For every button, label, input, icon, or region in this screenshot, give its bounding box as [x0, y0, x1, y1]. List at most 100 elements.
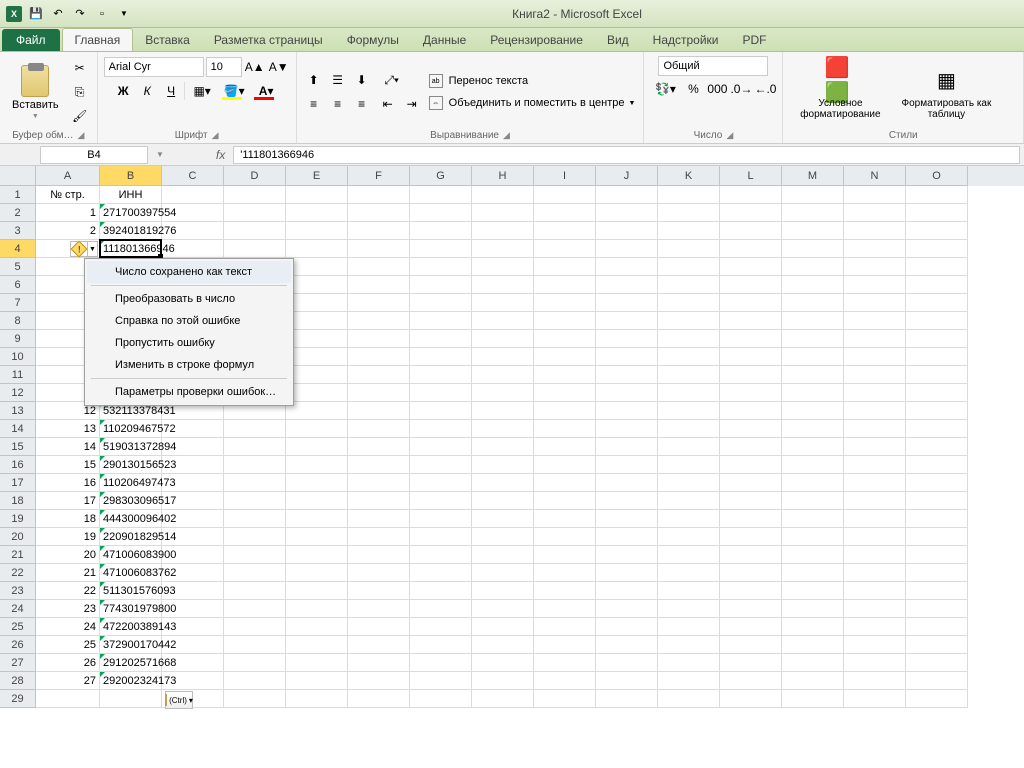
redo-icon[interactable]: ↷: [70, 4, 90, 24]
cell-G5[interactable]: [410, 258, 472, 276]
cell-C2[interactable]: [162, 204, 224, 222]
cell-A24[interactable]: 23: [36, 600, 100, 618]
cell-I11[interactable]: [534, 366, 596, 384]
cell-I12[interactable]: [534, 384, 596, 402]
cell-G27[interactable]: [410, 654, 472, 672]
cell-K27[interactable]: [658, 654, 720, 672]
cell-M12[interactable]: [782, 384, 844, 402]
cell-A26[interactable]: 25: [36, 636, 100, 654]
row-header-7[interactable]: 7: [0, 294, 36, 312]
cell-L11[interactable]: [720, 366, 782, 384]
cell-F17[interactable]: [348, 474, 410, 492]
cell-H24[interactable]: [472, 600, 534, 618]
tab-data[interactable]: Данные: [411, 29, 478, 51]
row-header-27[interactable]: 27: [0, 654, 36, 672]
align-left-icon[interactable]: ≡: [303, 93, 325, 115]
cell-O2[interactable]: [906, 204, 968, 222]
cell-L12[interactable]: [720, 384, 782, 402]
cell-C22[interactable]: [162, 564, 224, 582]
font-name-select[interactable]: [104, 57, 204, 77]
cell-L22[interactable]: [720, 564, 782, 582]
cell-D3[interactable]: [224, 222, 286, 240]
cell-H29[interactable]: [472, 690, 534, 708]
cell-N24[interactable]: [844, 600, 906, 618]
cell-M3[interactable]: [782, 222, 844, 240]
accounting-format-icon[interactable]: 💱▾: [650, 78, 680, 100]
cell-K5[interactable]: [658, 258, 720, 276]
cell-F28[interactable]: [348, 672, 410, 690]
cell-I8[interactable]: [534, 312, 596, 330]
cell-A18[interactable]: 17: [36, 492, 100, 510]
menu-edit-in-formula-bar[interactable]: Изменить в строке формул: [87, 354, 291, 376]
align-top-icon[interactable]: ⬆: [303, 69, 325, 91]
cell-E20[interactable]: [286, 528, 348, 546]
cell-K10[interactable]: [658, 348, 720, 366]
cell-F16[interactable]: [348, 456, 410, 474]
cell-E4[interactable]: [286, 240, 348, 258]
error-indicator-icon[interactable]: !: [70, 241, 88, 257]
cell-N13[interactable]: [844, 402, 906, 420]
alignment-dialog-launcher-icon[interactable]: ◢: [503, 130, 510, 141]
cell-G12[interactable]: [410, 384, 472, 402]
row-header-2[interactable]: 2: [0, 204, 36, 222]
cell-L1[interactable]: [720, 186, 782, 204]
cell-O27[interactable]: [906, 654, 968, 672]
cell-N1[interactable]: [844, 186, 906, 204]
tab-page-layout[interactable]: Разметка страницы: [202, 29, 335, 51]
cell-G8[interactable]: [410, 312, 472, 330]
cell-J12[interactable]: [596, 384, 658, 402]
cell-O26[interactable]: [906, 636, 968, 654]
cell-I2[interactable]: [534, 204, 596, 222]
cell-G26[interactable]: [410, 636, 472, 654]
row-header-8[interactable]: 8: [0, 312, 36, 330]
cell-I7[interactable]: [534, 294, 596, 312]
cell-L6[interactable]: [720, 276, 782, 294]
cell-E24[interactable]: [286, 600, 348, 618]
cell-M2[interactable]: [782, 204, 844, 222]
italic-button[interactable]: К: [136, 80, 158, 102]
cell-B2[interactable]: 271700397554: [100, 204, 162, 222]
cell-I22[interactable]: [534, 564, 596, 582]
row-header-4[interactable]: 4: [0, 240, 36, 258]
tab-insert[interactable]: Вставка: [133, 29, 202, 51]
cell-E9[interactable]: [286, 330, 348, 348]
cell-M22[interactable]: [782, 564, 844, 582]
cell-N4[interactable]: [844, 240, 906, 258]
qat-custom-icon[interactable]: ▫: [92, 4, 112, 24]
cell-K21[interactable]: [658, 546, 720, 564]
cell-I26[interactable]: [534, 636, 596, 654]
cell-D27[interactable]: [224, 654, 286, 672]
cell-L7[interactable]: [720, 294, 782, 312]
cell-D23[interactable]: [224, 582, 286, 600]
cell-J3[interactable]: [596, 222, 658, 240]
cell-I27[interactable]: [534, 654, 596, 672]
cell-H22[interactable]: [472, 564, 534, 582]
cell-F12[interactable]: [348, 384, 410, 402]
cell-N3[interactable]: [844, 222, 906, 240]
cell-F10[interactable]: [348, 348, 410, 366]
cell-E21[interactable]: [286, 546, 348, 564]
cell-L14[interactable]: [720, 420, 782, 438]
cell-K6[interactable]: [658, 276, 720, 294]
cell-I9[interactable]: [534, 330, 596, 348]
cell-F9[interactable]: [348, 330, 410, 348]
cell-J16[interactable]: [596, 456, 658, 474]
cell-G24[interactable]: [410, 600, 472, 618]
cell-N11[interactable]: [844, 366, 906, 384]
cell-F13[interactable]: [348, 402, 410, 420]
cell-G9[interactable]: [410, 330, 472, 348]
cell-F1[interactable]: [348, 186, 410, 204]
menu-ignore-error[interactable]: Пропустить ошибку: [87, 332, 291, 354]
cell-M11[interactable]: [782, 366, 844, 384]
cell-J6[interactable]: [596, 276, 658, 294]
row-header-6[interactable]: 6: [0, 276, 36, 294]
cell-L4[interactable]: [720, 240, 782, 258]
cell-B29[interactable]: [100, 690, 162, 708]
paste-button[interactable]: Вставить ▼: [6, 63, 65, 122]
cell-K2[interactable]: [658, 204, 720, 222]
cell-N5[interactable]: [844, 258, 906, 276]
cell-J25[interactable]: [596, 618, 658, 636]
font-dialog-launcher-icon[interactable]: ◢: [212, 130, 219, 141]
cell-K7[interactable]: [658, 294, 720, 312]
decrease-font-icon[interactable]: A▼: [268, 56, 290, 78]
